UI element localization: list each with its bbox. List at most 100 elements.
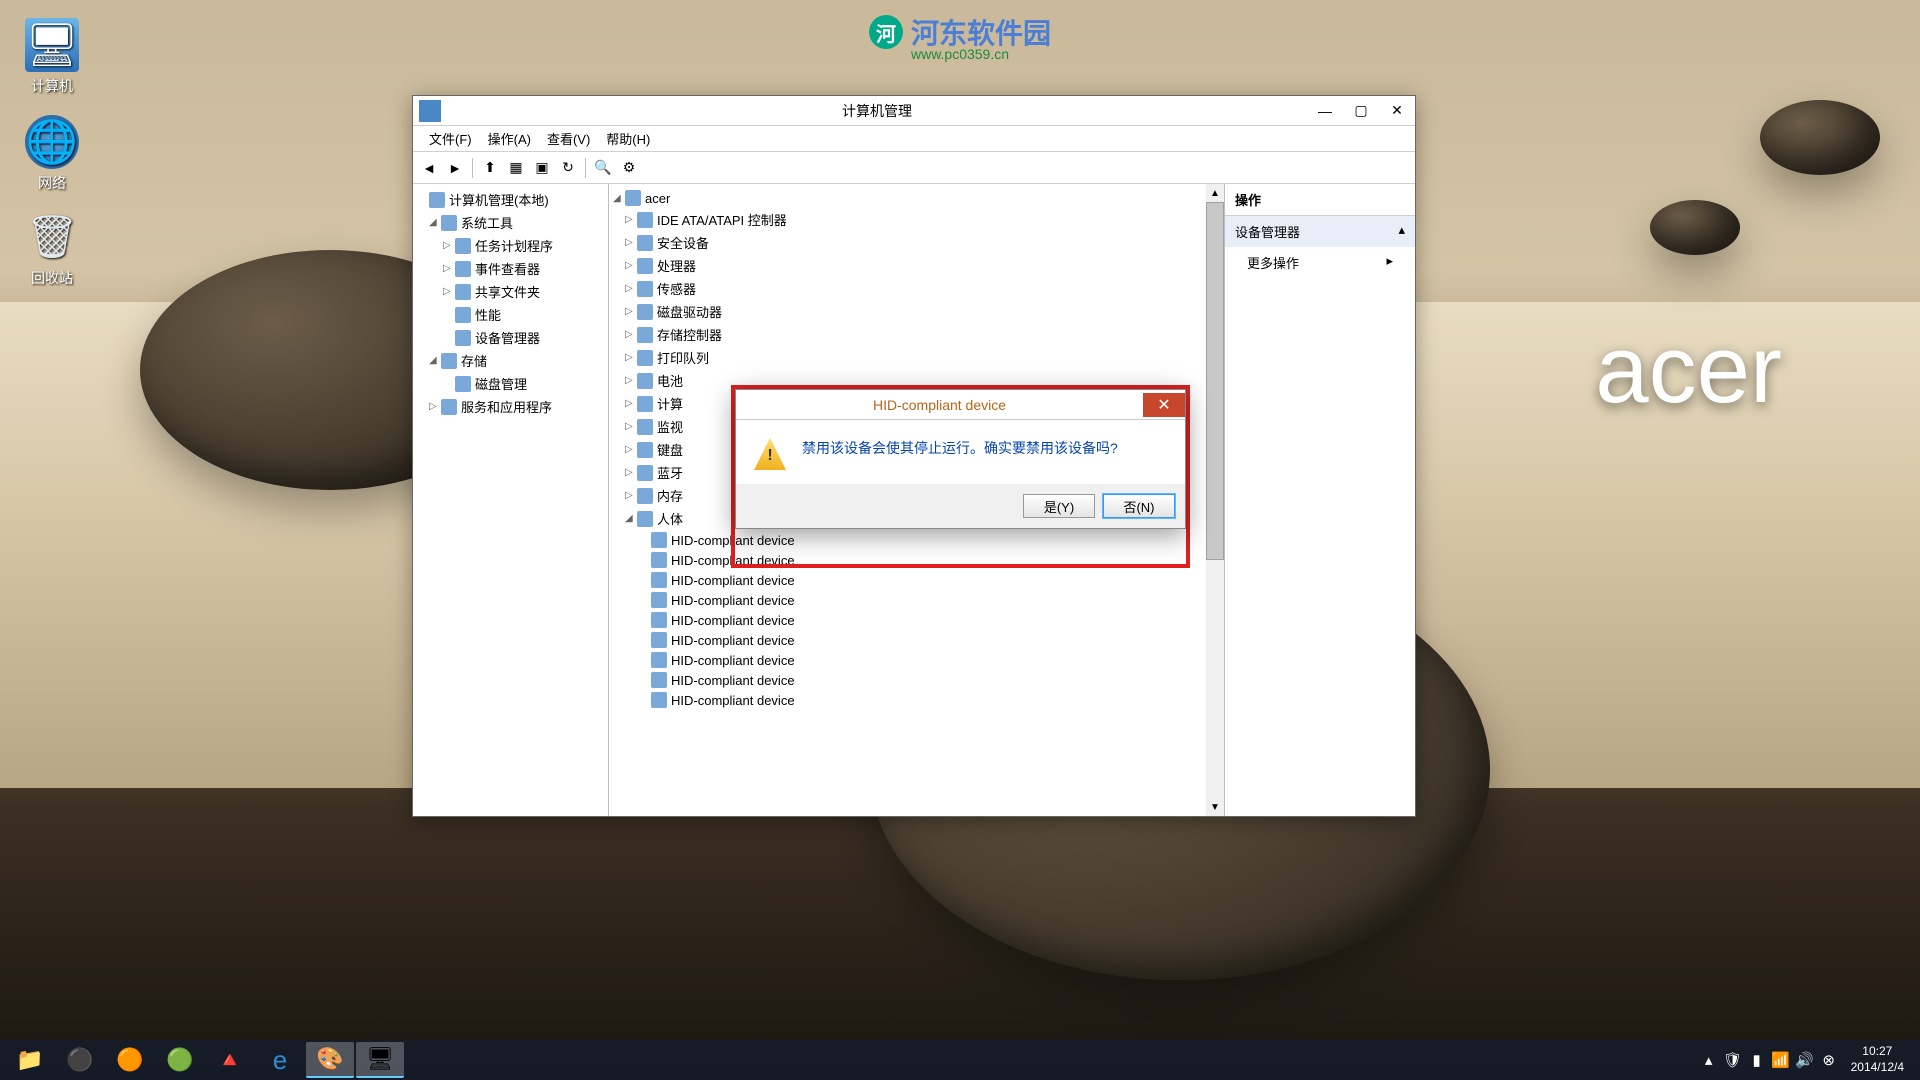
device-category[interactable]: ▷传感器 bbox=[611, 277, 1222, 300]
taskbar-app2[interactable]: 🟠 bbox=[106, 1042, 154, 1078]
device-icon bbox=[637, 511, 653, 527]
tray-input-icon[interactable]: ⊗ bbox=[1817, 1051, 1841, 1069]
hid-icon bbox=[651, 612, 667, 628]
taskbar-explorer[interactable]: 📁 bbox=[6, 1042, 54, 1078]
nav-tree-item[interactable]: ▷服务和应用程序 bbox=[415, 395, 606, 418]
actions-pane: 操作 设备管理器 ▴ 更多操作 ▸ bbox=[1225, 184, 1415, 816]
tray-shield-icon[interactable]: 🛡 bbox=[1721, 1051, 1745, 1069]
scroll-down-button[interactable]: ▼ bbox=[1206, 798, 1224, 816]
device-category[interactable]: ▷处理器 bbox=[611, 254, 1222, 277]
device-item[interactable]: HID-compliant device bbox=[611, 670, 1222, 690]
dialog-close-button[interactable]: ✕ bbox=[1143, 393, 1185, 417]
device-category[interactable]: ▷IDE ATA/ATAPI 控制器 bbox=[611, 208, 1222, 231]
folder-icon bbox=[441, 215, 457, 231]
nav-tree-item[interactable]: ▷共享文件夹 bbox=[415, 280, 606, 303]
device-item[interactable]: HID-compliant device bbox=[611, 650, 1222, 670]
tree-label: IDE ATA/ATAPI 控制器 bbox=[657, 210, 787, 229]
device-icon bbox=[637, 281, 653, 297]
refresh-button[interactable]: ↻ bbox=[556, 156, 580, 180]
tree-label: 磁盘管理 bbox=[475, 374, 527, 393]
nav-tree-item[interactable]: ◢系统工具 bbox=[415, 211, 606, 234]
tree-label: 性能 bbox=[475, 305, 501, 324]
properties-button[interactable]: ▣ bbox=[530, 156, 554, 180]
scroll-thumb[interactable] bbox=[1206, 202, 1224, 560]
nav-tree-item[interactable]: ◢存储 bbox=[415, 349, 606, 372]
folder-icon bbox=[455, 376, 471, 392]
titlebar[interactable]: 计算机管理 — ▢ ✕ bbox=[413, 96, 1415, 126]
taskbar[interactable]: 📁 ⚫ 🟠 🟢 🔺 e 🎨 🖥 ▴ 🛡 ▮ 📶 🔊 ⊗ 10:27 2014/1… bbox=[0, 1040, 1920, 1080]
folder-icon bbox=[455, 238, 471, 254]
taskbar-paint[interactable]: 🎨 bbox=[306, 1042, 354, 1078]
device-category[interactable]: ▷存储控制器 bbox=[611, 323, 1222, 346]
tray-battery-icon[interactable]: ▮ bbox=[1745, 1051, 1769, 1069]
taskbar-app1[interactable]: ⚫ bbox=[56, 1042, 104, 1078]
tree-label: 打印队列 bbox=[657, 348, 709, 367]
taskbar-app3[interactable]: 🟢 bbox=[156, 1042, 204, 1078]
tray-volume-icon[interactable]: 🔊 bbox=[1793, 1051, 1817, 1069]
watermark-url: www.pc0359.cn bbox=[911, 46, 1009, 62]
taskbar-app4[interactable]: 🔺 bbox=[206, 1042, 254, 1078]
tree-label: HID-compliant device bbox=[671, 653, 795, 668]
device-item[interactable]: HID-compliant device bbox=[611, 570, 1222, 590]
nav-tree-item[interactable]: 磁盘管理 bbox=[415, 372, 606, 395]
computer-icon: 🖥 bbox=[25, 18, 79, 72]
tree-label: HID-compliant device bbox=[671, 633, 795, 648]
no-button[interactable]: 否(N) bbox=[1103, 494, 1175, 518]
device-button[interactable]: ⚙ bbox=[617, 156, 641, 180]
menu-file[interactable]: 文件(F) bbox=[421, 126, 480, 151]
menu-action[interactable]: 操作(A) bbox=[480, 126, 539, 151]
tree-label: 磁盘驱动器 bbox=[657, 302, 722, 321]
dialog-titlebar[interactable]: HID-compliant device ✕ bbox=[736, 390, 1185, 420]
desktop-icon-network[interactable]: 🌐 网络 bbox=[12, 115, 92, 193]
minimize-button[interactable]: — bbox=[1307, 99, 1343, 123]
forward-button[interactable]: ► bbox=[443, 156, 467, 180]
folder-icon bbox=[441, 353, 457, 369]
device-icon bbox=[637, 465, 653, 481]
device-item[interactable]: HID-compliant device bbox=[611, 590, 1222, 610]
actions-section[interactable]: 设备管理器 ▴ bbox=[1225, 216, 1415, 247]
taskbar-mgmt[interactable]: 🖥 bbox=[356, 1042, 404, 1078]
scroll-up-button[interactable]: ▲ bbox=[1206, 184, 1224, 202]
device-category[interactable]: ▷安全设备 bbox=[611, 231, 1222, 254]
maximize-button[interactable]: ▢ bbox=[1343, 99, 1379, 123]
device-item[interactable]: HID-compliant device bbox=[611, 610, 1222, 630]
scrollbar[interactable]: ▲ ▼ bbox=[1206, 184, 1224, 816]
yes-button[interactable]: 是(Y) bbox=[1023, 494, 1095, 518]
folder-icon bbox=[455, 261, 471, 277]
nav-tree-item[interactable]: 性能 bbox=[415, 303, 606, 326]
tree-root[interactable]: ◢ acer bbox=[611, 188, 1222, 208]
navigation-tree[interactable]: 计算机管理(本地) ◢系统工具▷任务计划程序▷事件查看器▷共享文件夹性能设备管理器… bbox=[413, 184, 609, 816]
device-category[interactable]: ▷磁盘驱动器 bbox=[611, 300, 1222, 323]
tree-label: 安全设备 bbox=[657, 233, 709, 252]
tree-label: HID-compliant device bbox=[671, 573, 795, 588]
tray-network-icon[interactable]: 📶 bbox=[1769, 1051, 1793, 1069]
actions-more[interactable]: 更多操作 ▸ bbox=[1225, 247, 1415, 278]
device-item[interactable]: HID-compliant device bbox=[611, 630, 1222, 650]
close-button[interactable]: ✕ bbox=[1379, 99, 1415, 123]
taskbar-ie[interactable]: e bbox=[256, 1042, 304, 1078]
view-button[interactable]: ▦ bbox=[504, 156, 528, 180]
nav-tree-item[interactable]: ▷任务计划程序 bbox=[415, 234, 606, 257]
tree-label: 计算机管理(本地) bbox=[449, 190, 549, 209]
scan-button[interactable]: 🔍 bbox=[591, 156, 615, 180]
device-category[interactable]: ▷打印队列 bbox=[611, 346, 1222, 369]
watermark-icon: 河 bbox=[869, 15, 903, 49]
nav-tree-item[interactable]: 设备管理器 bbox=[415, 326, 606, 349]
tray-chevron-icon[interactable]: ▴ bbox=[1697, 1051, 1721, 1069]
tray-clock[interactable]: 10:27 2014/12/4 bbox=[1841, 1044, 1914, 1075]
recycle-bin-icon: 🗑 bbox=[25, 210, 79, 264]
device-item[interactable]: HID-compliant device bbox=[611, 690, 1222, 710]
up-button[interactable]: ⬆ bbox=[478, 156, 502, 180]
back-button[interactable]: ◄ bbox=[417, 156, 441, 180]
device-icon bbox=[637, 396, 653, 412]
toolbar: ◄ ► ⬆ ▦ ▣ ↻ 🔍 ⚙ bbox=[413, 152, 1415, 184]
desktop-icon-computer[interactable]: 🖥 计算机 bbox=[12, 18, 92, 96]
nav-tree-item[interactable]: ▷事件查看器 bbox=[415, 257, 606, 280]
desktop-icon-recycle-bin[interactable]: 🗑 回收站 bbox=[12, 210, 92, 288]
tree-label: acer bbox=[645, 191, 670, 206]
menu-view[interactable]: 查看(V) bbox=[539, 126, 598, 151]
nav-tree-item[interactable]: 计算机管理(本地) bbox=[415, 188, 606, 211]
tray-time: 10:27 bbox=[1851, 1044, 1904, 1060]
menu-help[interactable]: 帮助(H) bbox=[598, 126, 658, 151]
device-icon bbox=[637, 442, 653, 458]
